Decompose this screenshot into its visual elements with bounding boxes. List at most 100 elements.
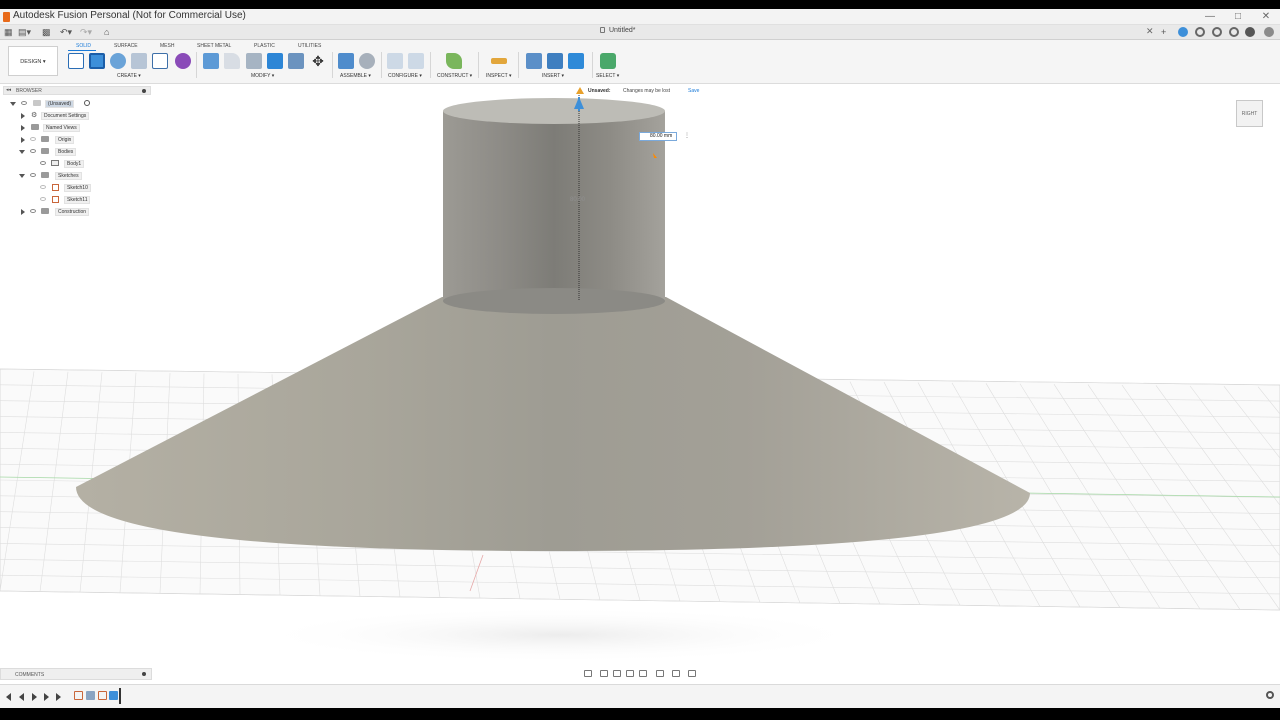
configure-table-icon[interactable] — [387, 53, 403, 69]
collapse-icon[interactable]: ◂◂ — [6, 87, 11, 93]
timeline-revolve-icon[interactable] — [86, 691, 95, 700]
create-group-label[interactable]: CREATE ▾ — [117, 73, 141, 79]
configure-group-label[interactable]: CONFIGURE ▾ — [388, 73, 422, 79]
tree-named-views[interactable]: Named Views — [3, 123, 151, 133]
view-cube[interactable]: RIGHT — [1236, 100, 1263, 127]
form-icon[interactable] — [175, 53, 191, 69]
insert-component-icon[interactable] — [547, 53, 563, 69]
hole-icon[interactable] — [131, 53, 147, 69]
play-icon[interactable] — [32, 693, 37, 701]
fillet-icon[interactable] — [224, 53, 240, 69]
step-forward-icon[interactable] — [44, 693, 49, 701]
comments-panel[interactable]: COMMENTS — [0, 668, 152, 680]
new-component-icon[interactable] — [338, 53, 354, 69]
pattern-icon[interactable] — [152, 53, 168, 69]
collapse-arrow-icon[interactable] — [10, 102, 16, 106]
maximize-button[interactable]: □ — [1224, 9, 1252, 25]
measure-icon[interactable] — [491, 58, 507, 64]
timeline-sketch-icon[interactable] — [98, 691, 107, 700]
offset-face-icon[interactable] — [288, 53, 304, 69]
visibility-icon[interactable] — [30, 173, 36, 177]
viewports-icon[interactable] — [688, 670, 696, 677]
user-avatar[interactable] — [1264, 27, 1274, 37]
visibility-icon[interactable] — [40, 197, 46, 201]
close-tab-icon[interactable]: ✕ — [1146, 26, 1154, 37]
select-arrow-icon[interactable] — [600, 53, 616, 69]
tree-origin[interactable]: Origin — [3, 135, 151, 145]
pin-icon[interactable] — [142, 89, 146, 93]
tree-sketches[interactable]: Sketches — [3, 171, 151, 181]
expand-arrow-icon[interactable] — [21, 125, 25, 131]
apps-grid-icon[interactable]: ▦ — [4, 27, 13, 38]
timeline-marker[interactable] — [119, 688, 121, 704]
select-group-label[interactable]: SELECT ▾ — [596, 73, 619, 79]
tab-plastic[interactable]: PLASTIC — [254, 43, 275, 49]
bell-icon[interactable] — [1229, 27, 1239, 37]
tab-utilities[interactable]: UTILITIES — [298, 43, 321, 49]
timeline-settings-icon[interactable] — [1266, 691, 1274, 699]
shell-icon[interactable] — [246, 53, 262, 69]
move-icon[interactable]: ✥ — [310, 53, 326, 69]
more-options-icon[interactable]: ⋮ — [684, 132, 690, 139]
close-window-button[interactable]: ✕ — [1252, 9, 1280, 25]
step-back-icon[interactable] — [19, 693, 24, 701]
pin-icon[interactable] — [142, 672, 146, 676]
tree-construction[interactable]: Construction — [3, 207, 151, 217]
press-pull-icon[interactable] — [203, 53, 219, 69]
expand-arrow-icon[interactable] — [21, 113, 25, 119]
distance-input[interactable]: 80.00 mm — [639, 132, 677, 141]
go-to-start-icon[interactable] — [6, 693, 11, 701]
visibility-icon[interactable] — [30, 209, 36, 213]
visibility-icon[interactable] — [40, 161, 46, 165]
timeline-sketch-icon[interactable] — [74, 691, 83, 700]
tree-body1[interactable]: Body1 — [3, 159, 151, 169]
pan-icon[interactable] — [613, 670, 621, 677]
save-link[interactable]: Save — [688, 88, 699, 94]
undo-icon[interactable]: ↶▾ — [60, 27, 72, 38]
go-to-end-icon[interactable] — [56, 693, 61, 701]
display-settings-icon[interactable] — [656, 670, 664, 677]
orbit-icon[interactable] — [584, 670, 592, 677]
look-at-icon[interactable] — [600, 670, 608, 677]
minimize-button[interactable]: — — [1196, 9, 1224, 25]
timeline-extrude-icon[interactable] — [109, 691, 118, 700]
create-sketch-icon[interactable] — [68, 53, 84, 69]
modify-group-label[interactable]: MODIFY ▾ — [251, 73, 274, 79]
save-icon[interactable]: ▩ — [42, 27, 51, 38]
insert-canvas-icon[interactable] — [568, 53, 584, 69]
collapse-arrow-icon[interactable] — [19, 150, 25, 154]
zoom-icon[interactable] — [626, 670, 634, 677]
expand-arrow-icon[interactable] — [21, 209, 25, 215]
tab-surface[interactable]: SURFACE — [114, 43, 138, 49]
visibility-icon[interactable] — [40, 185, 46, 189]
redo-icon[interactable]: ↷▾ — [80, 27, 92, 38]
extrude-icon[interactable] — [89, 53, 105, 69]
tree-bodies[interactable]: Bodies — [3, 147, 151, 157]
fit-icon[interactable] — [639, 670, 647, 677]
activate-icon[interactable] — [84, 100, 90, 106]
offset-plane-icon[interactable] — [446, 53, 462, 69]
tree-sketch10[interactable]: Sketch10 — [3, 183, 151, 193]
home-icon[interactable]: ⌂ — [104, 27, 109, 38]
expand-arrow-icon[interactable] — [21, 137, 25, 143]
canvas-viewport[interactable] — [0, 85, 1280, 663]
document-tab[interactable]: Untitled* — [600, 27, 635, 34]
revolve-icon[interactable] — [110, 53, 126, 69]
configure-rule-icon[interactable] — [408, 53, 424, 69]
extensions-icon[interactable] — [1178, 27, 1188, 37]
joint-icon[interactable] — [359, 53, 375, 69]
visibility-icon[interactable] — [30, 137, 36, 141]
tab-sheet-metal[interactable]: SHEET METAL — [197, 43, 231, 49]
visibility-icon[interactable] — [21, 101, 27, 105]
insert-group-label[interactable]: INSERT ▾ — [542, 73, 564, 79]
inspect-group-label[interactable]: INSPECT ▾ — [486, 73, 512, 79]
workspace-switcher[interactable]: DESIGN ▾ — [8, 46, 58, 76]
notifications-icon[interactable] — [1212, 27, 1222, 37]
browser-header[interactable]: ◂◂ BROWSER — [3, 86, 151, 95]
tree-document-settings[interactable]: ⚙ Document Settings — [3, 111, 151, 121]
insert-derive-icon[interactable] — [526, 53, 542, 69]
tab-mesh[interactable]: MESH — [160, 43, 174, 49]
grid-settings-icon[interactable] — [672, 670, 680, 677]
visibility-icon[interactable] — [30, 149, 36, 153]
file-menu-icon[interactable]: ▤▾ — [18, 27, 31, 38]
